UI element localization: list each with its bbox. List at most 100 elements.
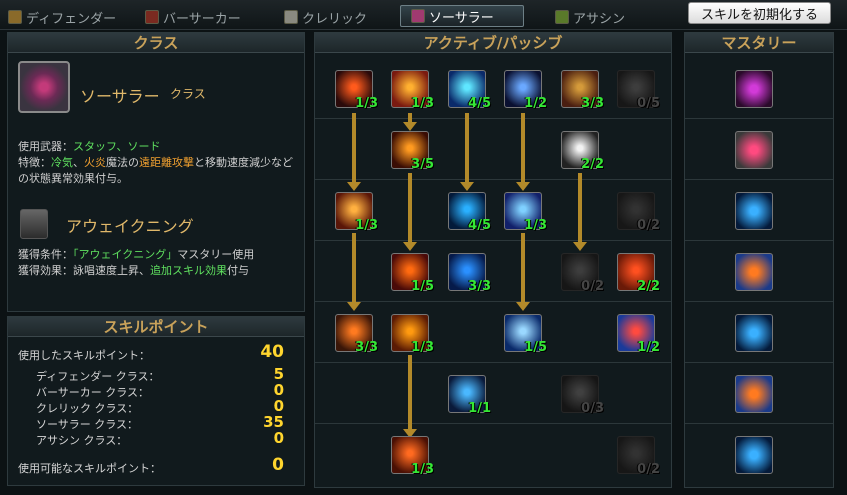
fire-wheel-skill-icon[interactable]: 1/3 (391, 314, 434, 355)
class-panel-header: クラス (8, 33, 304, 53)
skill-level: 1/5 (411, 279, 434, 294)
skill-level: 4/5 (468, 96, 491, 111)
inferno-skill-icon[interactable]: 1/5 (391, 253, 434, 294)
fire-wave-skill-icon[interactable]: 3/5 (391, 131, 434, 172)
sp-row-label: ディフェンダー クラス： (36, 370, 160, 383)
skill-level: 1/3 (411, 340, 434, 355)
row-divider (315, 118, 671, 119)
defender-class-icon (8, 10, 22, 24)
awakening-name: アウェイクニング (66, 217, 194, 236)
locked-skill-icon[interactable]: 0/2 (617, 436, 660, 477)
sp-row-label: アサシン クラス： (36, 434, 128, 447)
skill-level: 1/3 (411, 96, 434, 111)
mastery-ice-icon[interactable] (735, 192, 773, 230)
frost-ring-skill-icon[interactable]: 4/5 (448, 192, 491, 233)
locked-skill-icon[interactable]: 0/3 (561, 375, 604, 416)
condition-label: 獲得条件： (18, 248, 73, 261)
meteor-skill-icon[interactable]: 1/3 (335, 70, 378, 111)
mastery-ice-icon[interactable] (735, 436, 773, 474)
feature-cold: 冷気 (51, 156, 73, 169)
feature-fire: 火炎 (84, 156, 106, 169)
row-divider (685, 118, 833, 119)
row-divider (685, 423, 833, 424)
skill-level: 1/3 (524, 218, 547, 233)
skill-level: 3/3 (355, 340, 378, 355)
skill-tree-header: アクティブ/パッシブ (315, 33, 671, 53)
skill-level: 1/3 (411, 462, 434, 477)
row-divider (685, 362, 833, 363)
skill-level: 1/3 (355, 96, 378, 111)
effect-suffix: 付与 (227, 264, 249, 277)
skill-level: 1/3 (355, 218, 378, 233)
used-points-value: 40 (260, 342, 284, 362)
tab-assassin[interactable]: アサシン (555, 6, 625, 28)
mastery-eye-icon[interactable] (735, 131, 773, 169)
phantom-skill-icon[interactable]: 2/2 (561, 131, 604, 172)
glacial-wave-skill-icon[interactable]: 1/3 (504, 192, 547, 233)
prereq-arrow (516, 113, 530, 191)
tab-label: ディフェンダー (26, 11, 117, 27)
tab-cleric[interactable]: クレリック (284, 6, 367, 28)
mastery-ice-icon[interactable] (735, 314, 773, 352)
class-name: ソーサラー (80, 87, 160, 106)
ice-shard-skill-icon[interactable]: 4/5 (448, 70, 491, 111)
skill-level: 2/2 (581, 157, 604, 172)
tab-berserker[interactable]: バーサーカー (145, 6, 241, 28)
fire-storm-skill-icon[interactable]: 3/3 (335, 314, 378, 355)
tab-sorcerer[interactable]: ソーサラー (400, 5, 524, 27)
flame-swirl-skill-icon[interactable]: 2/2 (617, 253, 660, 294)
skill-level: 1/1 (468, 401, 491, 416)
locked-skill-icon[interactable]: 0/5 (617, 70, 660, 111)
explosion-skill-icon[interactable]: 1/3 (391, 70, 434, 111)
skill-level: 0/3 (581, 401, 604, 416)
skill-level: 1/2 (637, 340, 660, 355)
mastery-fire-ice-icon[interactable] (735, 253, 773, 291)
skill-level: 1/2 (524, 96, 547, 111)
row-divider (685, 179, 833, 180)
available-points-value: 0 (272, 455, 284, 475)
weapons-line: 使用武器：スタッフ、ソード (18, 139, 298, 155)
tab-label: バーサーカー (163, 11, 241, 27)
class-tab-bar: ディフェンダー バーサーカー クレリック ソーサラー アサシン スキルを初期化す… (0, 0, 847, 30)
ice-barrier-skill-icon[interactable]: 3/3 (448, 253, 491, 294)
berserker-class-icon (145, 10, 159, 24)
locked-skill-icon[interactable]: 0/2 (561, 253, 604, 294)
effect-label: 獲得効果： (18, 264, 73, 277)
locked-skill-icon[interactable]: 0/2 (617, 192, 660, 233)
prereq-arrow (347, 113, 361, 191)
available-points-label: 使用可能なスキルポイント： (18, 462, 161, 475)
elemental-swirl-skill-icon[interactable]: 1/2 (617, 314, 660, 355)
spellbook-skill-icon[interactable]: 3/3 (561, 70, 604, 111)
flame-pot-skill-icon[interactable]: 1/3 (391, 436, 434, 477)
mastery-fire-ice-icon[interactable] (735, 375, 773, 413)
reset-skills-button[interactable]: スキルを初期化する (688, 2, 831, 24)
tab-defender[interactable]: ディフェンダー (8, 6, 116, 28)
prereq-arrow (516, 233, 530, 311)
crystal-skill-icon[interactable]: 1/1 (448, 375, 491, 416)
mastery-header: マスタリー (685, 33, 833, 53)
feature-text: 特徴：冷気、火炎魔法の遠距離攻撃と移動速度減少などの状態異常効果付与。 (18, 155, 298, 187)
skill-level: 4/5 (468, 218, 491, 233)
prereq-arrow (403, 173, 417, 251)
fire-bolt-skill-icon[interactable]: 1/3 (335, 192, 378, 233)
sp-row-label: クレリック クラス： (36, 402, 139, 415)
skill-points-panel: スキルポイント 使用したスキルポイント： 40 ディフェンダー クラス： 5 バ… (7, 316, 305, 486)
blizzard-skill-icon[interactable]: 1/5 (504, 314, 547, 355)
feature-separator: 、 (73, 156, 84, 169)
prereq-arrow (403, 113, 417, 131)
awakening-effect: 獲得効果：詠唱速度上昇、追加スキル効果付与 (18, 263, 298, 279)
ice-comet-skill-icon[interactable]: 1/2 (504, 70, 547, 111)
mastery-awakening-icon[interactable] (735, 70, 773, 108)
prereq-arrow (347, 233, 361, 311)
sorcerer-class-icon (411, 9, 425, 23)
feature-ranged: 遠距離攻撃 (139, 156, 194, 169)
class-suffix: クラス (170, 87, 206, 101)
prereq-arrow (403, 355, 417, 438)
skill-level: 0/2 (581, 279, 604, 294)
used-points-label: 使用したスキルポイント： (18, 349, 150, 362)
skill-level: 3/3 (468, 279, 491, 294)
sp-row-label: ソーサラー クラス： (36, 418, 139, 431)
feature-magic: 魔法の (106, 156, 139, 169)
skill-tree-panel: アクティブ/パッシブ 1/3 1/3 4/5 1/2 3/3 0/5 3/5 2… (314, 32, 672, 488)
skill-level: 1/5 (524, 340, 547, 355)
